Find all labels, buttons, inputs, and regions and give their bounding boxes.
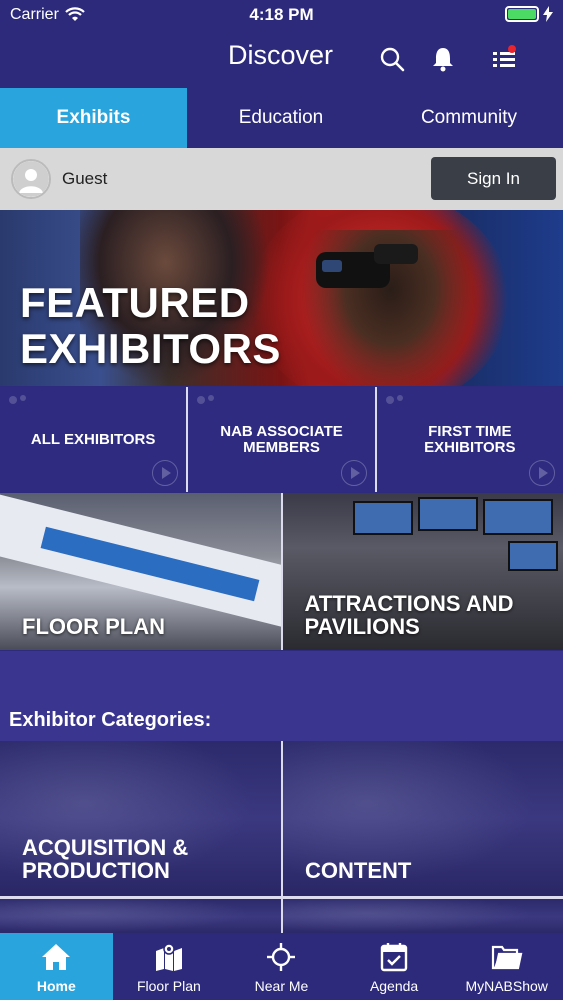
battery-level — [508, 9, 536, 19]
search-icon[interactable] — [377, 44, 407, 74]
watermark-icon — [9, 395, 26, 404]
clock: 4:18 PM — [249, 5, 314, 24]
avatar — [11, 159, 51, 199]
home-icon — [42, 944, 71, 970]
tab-floor-plan[interactable]: Floor Plan — [113, 933, 226, 1000]
hero-title-line1: FEATURED — [20, 279, 250, 326]
featured-exhibitors-banner[interactable]: FEATURED EXHIBITORS — [0, 210, 563, 386]
section-heading: Exhibitor Categories: — [9, 709, 212, 731]
category-tile-partial[interactable] — [283, 899, 563, 935]
category-content[interactable]: CONTENT — [283, 741, 563, 896]
tile-label-line2: PAVILIONS — [304, 614, 420, 639]
category-grid: ACQUISITION & PRODUCTION CONTENT — [0, 741, 563, 936]
tile-label-line1: ACQUISITION & — [22, 835, 189, 860]
tile-label-line1: ATTRACTIONS AND — [304, 591, 514, 616]
category-tile-partial[interactable] — [0, 899, 281, 935]
first-time-exhibitors-tile[interactable]: FIRST TIME EXHIBITORS — [376, 387, 563, 492]
map-icon — [155, 943, 182, 971]
folder-icon — [491, 945, 523, 970]
tile-label-line1: FIRST TIME — [428, 422, 512, 440]
sign-in-button[interactable]: Sign In — [431, 157, 556, 200]
exhibitor-quick-links: ALL EXHIBITORS NAB ASSOCIATE MEMBERS FIR… — [0, 387, 563, 492]
nab-associate-members-tile[interactable]: NAB ASSOCIATE MEMBERS — [188, 387, 375, 492]
charging-bolt-icon — [543, 6, 553, 22]
watermark-icon — [385, 395, 403, 404]
tile-label: FLOOR PLAN — [22, 614, 165, 639]
page-title: Discover — [228, 40, 334, 70]
tab-near-me[interactable]: Near Me — [225, 933, 338, 1000]
vr-headset-graphic — [316, 244, 418, 288]
tile-label-line2: EXHIBITORS — [424, 438, 516, 456]
user-icon — [13, 161, 49, 197]
watermark-icon — [197, 395, 215, 404]
categories-header: Exhibitor Categories: — [0, 651, 563, 741]
hero-title-line2: EXHIBITORS — [20, 325, 281, 372]
tab-label: Agenda — [369, 978, 419, 994]
tab-label: Near Me — [254, 978, 309, 994]
user-bar: Guest Sign In — [0, 148, 563, 210]
tab-label: Home — [36, 978, 76, 994]
battery-indicator — [505, 6, 553, 22]
calendar-icon — [380, 943, 408, 972]
tile-label: ACQUISITION & PRODUCTION — [22, 836, 188, 882]
tab-exhibits[interactable]: Exhibits — [0, 88, 187, 148]
tile-label: ALL EXHIBITORS — [30, 430, 156, 448]
play-icon — [152, 460, 179, 486]
list-menu-icon[interactable] — [490, 44, 520, 74]
hero-title: FEATURED EXHIBITORS — [20, 280, 281, 372]
photo-tiles: FLOOR PLAN ATTRACTIONS AND PAVILIONS — [0, 493, 563, 650]
bell-icon[interactable] — [428, 44, 458, 74]
tab-mynabshow[interactable]: MyNABShow — [450, 933, 563, 1000]
tile-label-line2: MEMBERS — [243, 438, 320, 456]
tile-label: ATTRACTIONS AND PAVILIONS — [305, 592, 514, 638]
all-exhibitors-tile[interactable]: ALL EXHIBITORS — [0, 387, 187, 492]
tab-label: MyNABShow — [465, 978, 548, 994]
play-icon — [340, 460, 367, 486]
status-bar: Carrier 4:18 PM — [0, 0, 563, 30]
user-name: Guest — [62, 169, 108, 188]
battery-icon — [505, 6, 539, 22]
play-icon — [528, 460, 555, 486]
tab-agenda[interactable]: Agenda — [338, 933, 451, 1000]
notification-dot — [508, 45, 516, 53]
tab-education[interactable]: Education — [187, 88, 375, 148]
crosshair-icon — [267, 943, 296, 971]
attractions-pavilions-tile[interactable]: ATTRACTIONS AND PAVILIONS — [282, 493, 563, 650]
floor-plan-tile[interactable]: FLOOR PLAN — [0, 493, 281, 650]
section-tabs: Exhibits Education Community — [0, 88, 563, 148]
bottom-tab-bar: Home Floor Plan Near Me Agenda MyNABShow — [0, 933, 563, 1000]
tile-label-line2: PRODUCTION — [22, 858, 170, 883]
category-acquisition-production[interactable]: ACQUISITION & PRODUCTION — [0, 741, 281, 896]
tab-label: Floor Plan — [136, 978, 201, 994]
tab-community[interactable]: Community — [375, 88, 563, 148]
tile-label: CONTENT — [305, 858, 412, 883]
tile-label-line1: NAB ASSOCIATE — [220, 422, 343, 440]
nav-bar: Discover — [0, 30, 563, 88]
tab-home[interactable]: Home — [0, 933, 113, 1000]
